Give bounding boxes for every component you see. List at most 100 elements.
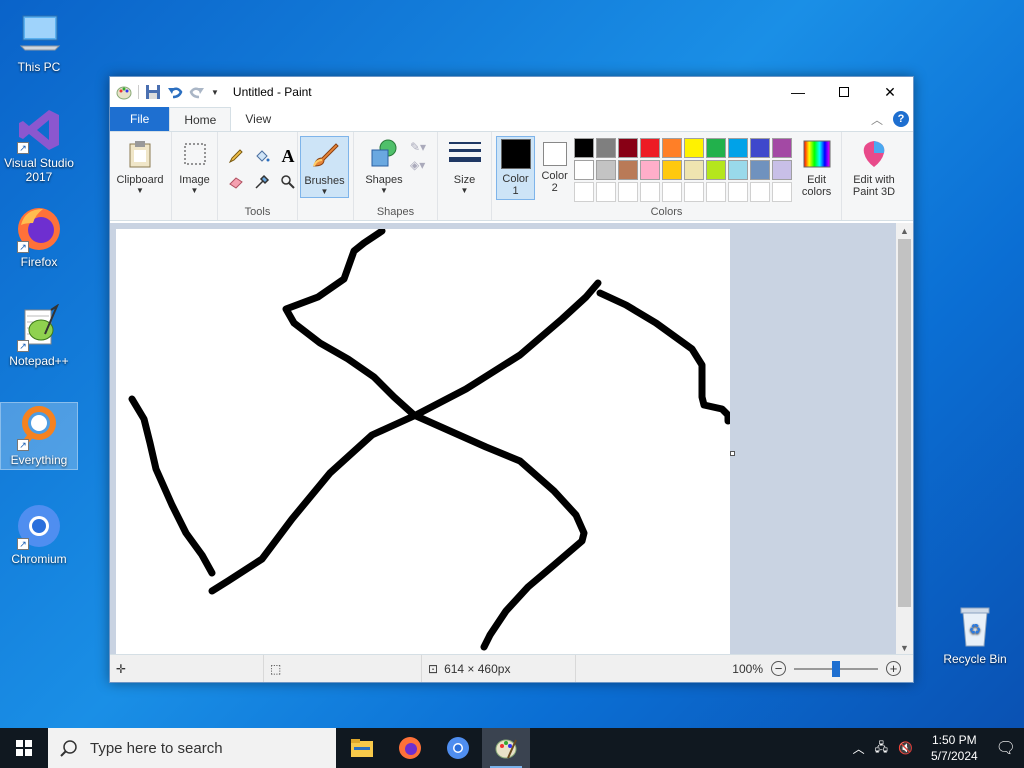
desktop-icon-visual-studio[interactable]: ↗ Visual Studio 2017 (1, 106, 77, 184)
custom-color-slot[interactable] (750, 182, 771, 202)
palette-swatch[interactable] (684, 160, 705, 180)
chevron-down-icon: ▼ (380, 186, 388, 195)
edit-colors-button[interactable]: Edit colors (796, 136, 837, 204)
palette-swatch[interactable] (684, 138, 705, 158)
custom-color-slot[interactable] (662, 182, 683, 202)
color2-label-line1: Color (541, 170, 568, 182)
fill-icon[interactable]: ◈▾ (410, 158, 426, 172)
palette-swatch[interactable] (596, 160, 617, 180)
custom-color-slot[interactable] (618, 182, 639, 202)
vertical-scrollbar[interactable]: ▲ ▼ (896, 223, 913, 656)
taskbar-firefox[interactable] (386, 728, 434, 768)
outline-icon[interactable]: ✎▾ (410, 140, 426, 154)
palette-swatch[interactable] (706, 138, 727, 158)
save-icon[interactable] (145, 84, 161, 100)
color2-button[interactable]: Color 2 (535, 136, 574, 204)
palette-swatch[interactable] (662, 138, 683, 158)
collapse-ribbon-chevron-icon[interactable]: ︿ (871, 111, 883, 128)
notifications-icon[interactable]: 🗨 (996, 738, 1016, 758)
desktop-icon-notepadpp[interactable]: ↗ Notepad++ (1, 303, 77, 368)
custom-color-slot[interactable] (772, 182, 793, 202)
zoom-slider-knob[interactable] (832, 660, 840, 677)
palette-swatch[interactable] (640, 138, 661, 158)
tab-file[interactable]: File (110, 107, 170, 131)
palette-swatch[interactable] (596, 138, 617, 158)
show-hidden-icons-chevron-icon[interactable]: ︿ (853, 740, 865, 757)
scrollbar-thumb[interactable] (898, 239, 911, 607)
image-button[interactable]: Image ▼ (176, 136, 213, 204)
color-picker-icon[interactable] (250, 170, 274, 194)
volume-muted-icon[interactable]: 🔇 (898, 741, 913, 755)
desktop-icon-chromium[interactable]: ↗ Chromium (1, 502, 77, 566)
brushes-button[interactable]: Brushes ▼ (300, 136, 349, 198)
desktop-icon-this-pc[interactable]: This PC (1, 10, 77, 74)
tab-view[interactable]: View (231, 107, 285, 131)
desktop-icon-recycle-bin[interactable]: ♻ Recycle Bin (937, 602, 1013, 666)
clipboard-button[interactable]: Clipboard ▼ (114, 136, 166, 204)
paint-app-icon (116, 84, 132, 100)
palette-swatch[interactable] (772, 138, 793, 158)
palette-swatch[interactable] (750, 138, 771, 158)
zoom-in-icon[interactable]: + (886, 661, 901, 676)
fill-bucket-icon[interactable] (250, 144, 274, 168)
desktop-icon-firefox[interactable]: ↗ Firefox (1, 205, 77, 269)
taskbar-paint[interactable] (482, 728, 530, 768)
palette-swatch[interactable] (772, 160, 793, 180)
custom-color-slot[interactable] (684, 182, 705, 202)
everything-search-icon: ↗ (15, 403, 63, 451)
eraser-icon[interactable] (224, 170, 248, 194)
palette-swatch[interactable] (728, 138, 749, 158)
palette-swatch[interactable] (728, 160, 749, 180)
zoom-slider[interactable] (794, 660, 878, 677)
zoom-level: 100% (732, 661, 763, 676)
shapes-button[interactable]: Shapes ▼ (358, 136, 410, 204)
drawing-canvas[interactable] (116, 227, 732, 656)
select-icon (179, 138, 211, 170)
taskbar-chromium[interactable] (434, 728, 482, 768)
zoom-out-icon[interactable]: − (771, 661, 786, 676)
custom-color-slot[interactable] (728, 182, 749, 202)
palette-swatch[interactable] (618, 138, 639, 158)
start-button[interactable] (0, 728, 48, 768)
edit-with-paint3d-button[interactable]: Edit with Paint 3D (846, 136, 902, 204)
taskbar-search-box[interactable]: Type here to search (48, 728, 336, 768)
stroke-bottom-left (208, 279, 602, 595)
custom-color-slot[interactable] (574, 182, 595, 202)
palette-swatch[interactable] (618, 160, 639, 180)
pencil-icon[interactable] (224, 144, 248, 168)
canvas-resize-handle[interactable] (730, 451, 735, 456)
notepadpp-icon: ↗ (15, 303, 63, 352)
scroll-up-arrow-icon[interactable]: ▲ (896, 223, 913, 239)
magnifier-icon[interactable] (276, 170, 300, 194)
customize-qat-chevron-icon[interactable]: ▼ (211, 88, 219, 97)
chromium-icon (447, 737, 469, 759)
minimize-button[interactable]: — (775, 77, 821, 107)
size-button[interactable]: Size ▼ (442, 136, 487, 204)
color1-button[interactable]: Color 1 (496, 136, 536, 200)
palette-swatch[interactable] (750, 160, 771, 180)
cursor-position-icon: ✛ (116, 661, 127, 676)
redo-icon[interactable] (189, 84, 205, 100)
custom-color-slot[interactable] (706, 182, 727, 202)
network-icon[interactable]: 🖧 (875, 738, 888, 759)
custom-color-slot[interactable] (640, 182, 661, 202)
palette-swatch[interactable] (662, 160, 683, 180)
color-palette (574, 138, 793, 204)
desktop-icon-everything[interactable]: ↗ Everything (0, 402, 78, 470)
palette-swatch[interactable] (574, 160, 595, 180)
undo-icon[interactable] (167, 84, 183, 100)
custom-color-slot[interactable] (596, 182, 617, 202)
paint3d-group: Edit with Paint 3D (842, 132, 906, 220)
taskbar-clock[interactable]: 1:50 PM 5/7/2024 (923, 732, 986, 764)
close-button[interactable]: ✕ (867, 77, 913, 107)
text-icon[interactable]: A (276, 144, 300, 168)
palette-swatch[interactable] (640, 160, 661, 180)
help-icon[interactable]: ? (893, 111, 909, 127)
shapes-icon (368, 138, 400, 170)
taskbar-file-explorer[interactable] (338, 728, 386, 768)
taskbar: Type here to search ︿ 🖧 🔇 1:50 PM 5/7/20… (0, 728, 1024, 768)
palette-swatch[interactable] (574, 138, 595, 158)
tab-home[interactable]: Home (169, 107, 232, 131)
maximize-button[interactable] (821, 77, 867, 107)
palette-swatch[interactable] (706, 160, 727, 180)
